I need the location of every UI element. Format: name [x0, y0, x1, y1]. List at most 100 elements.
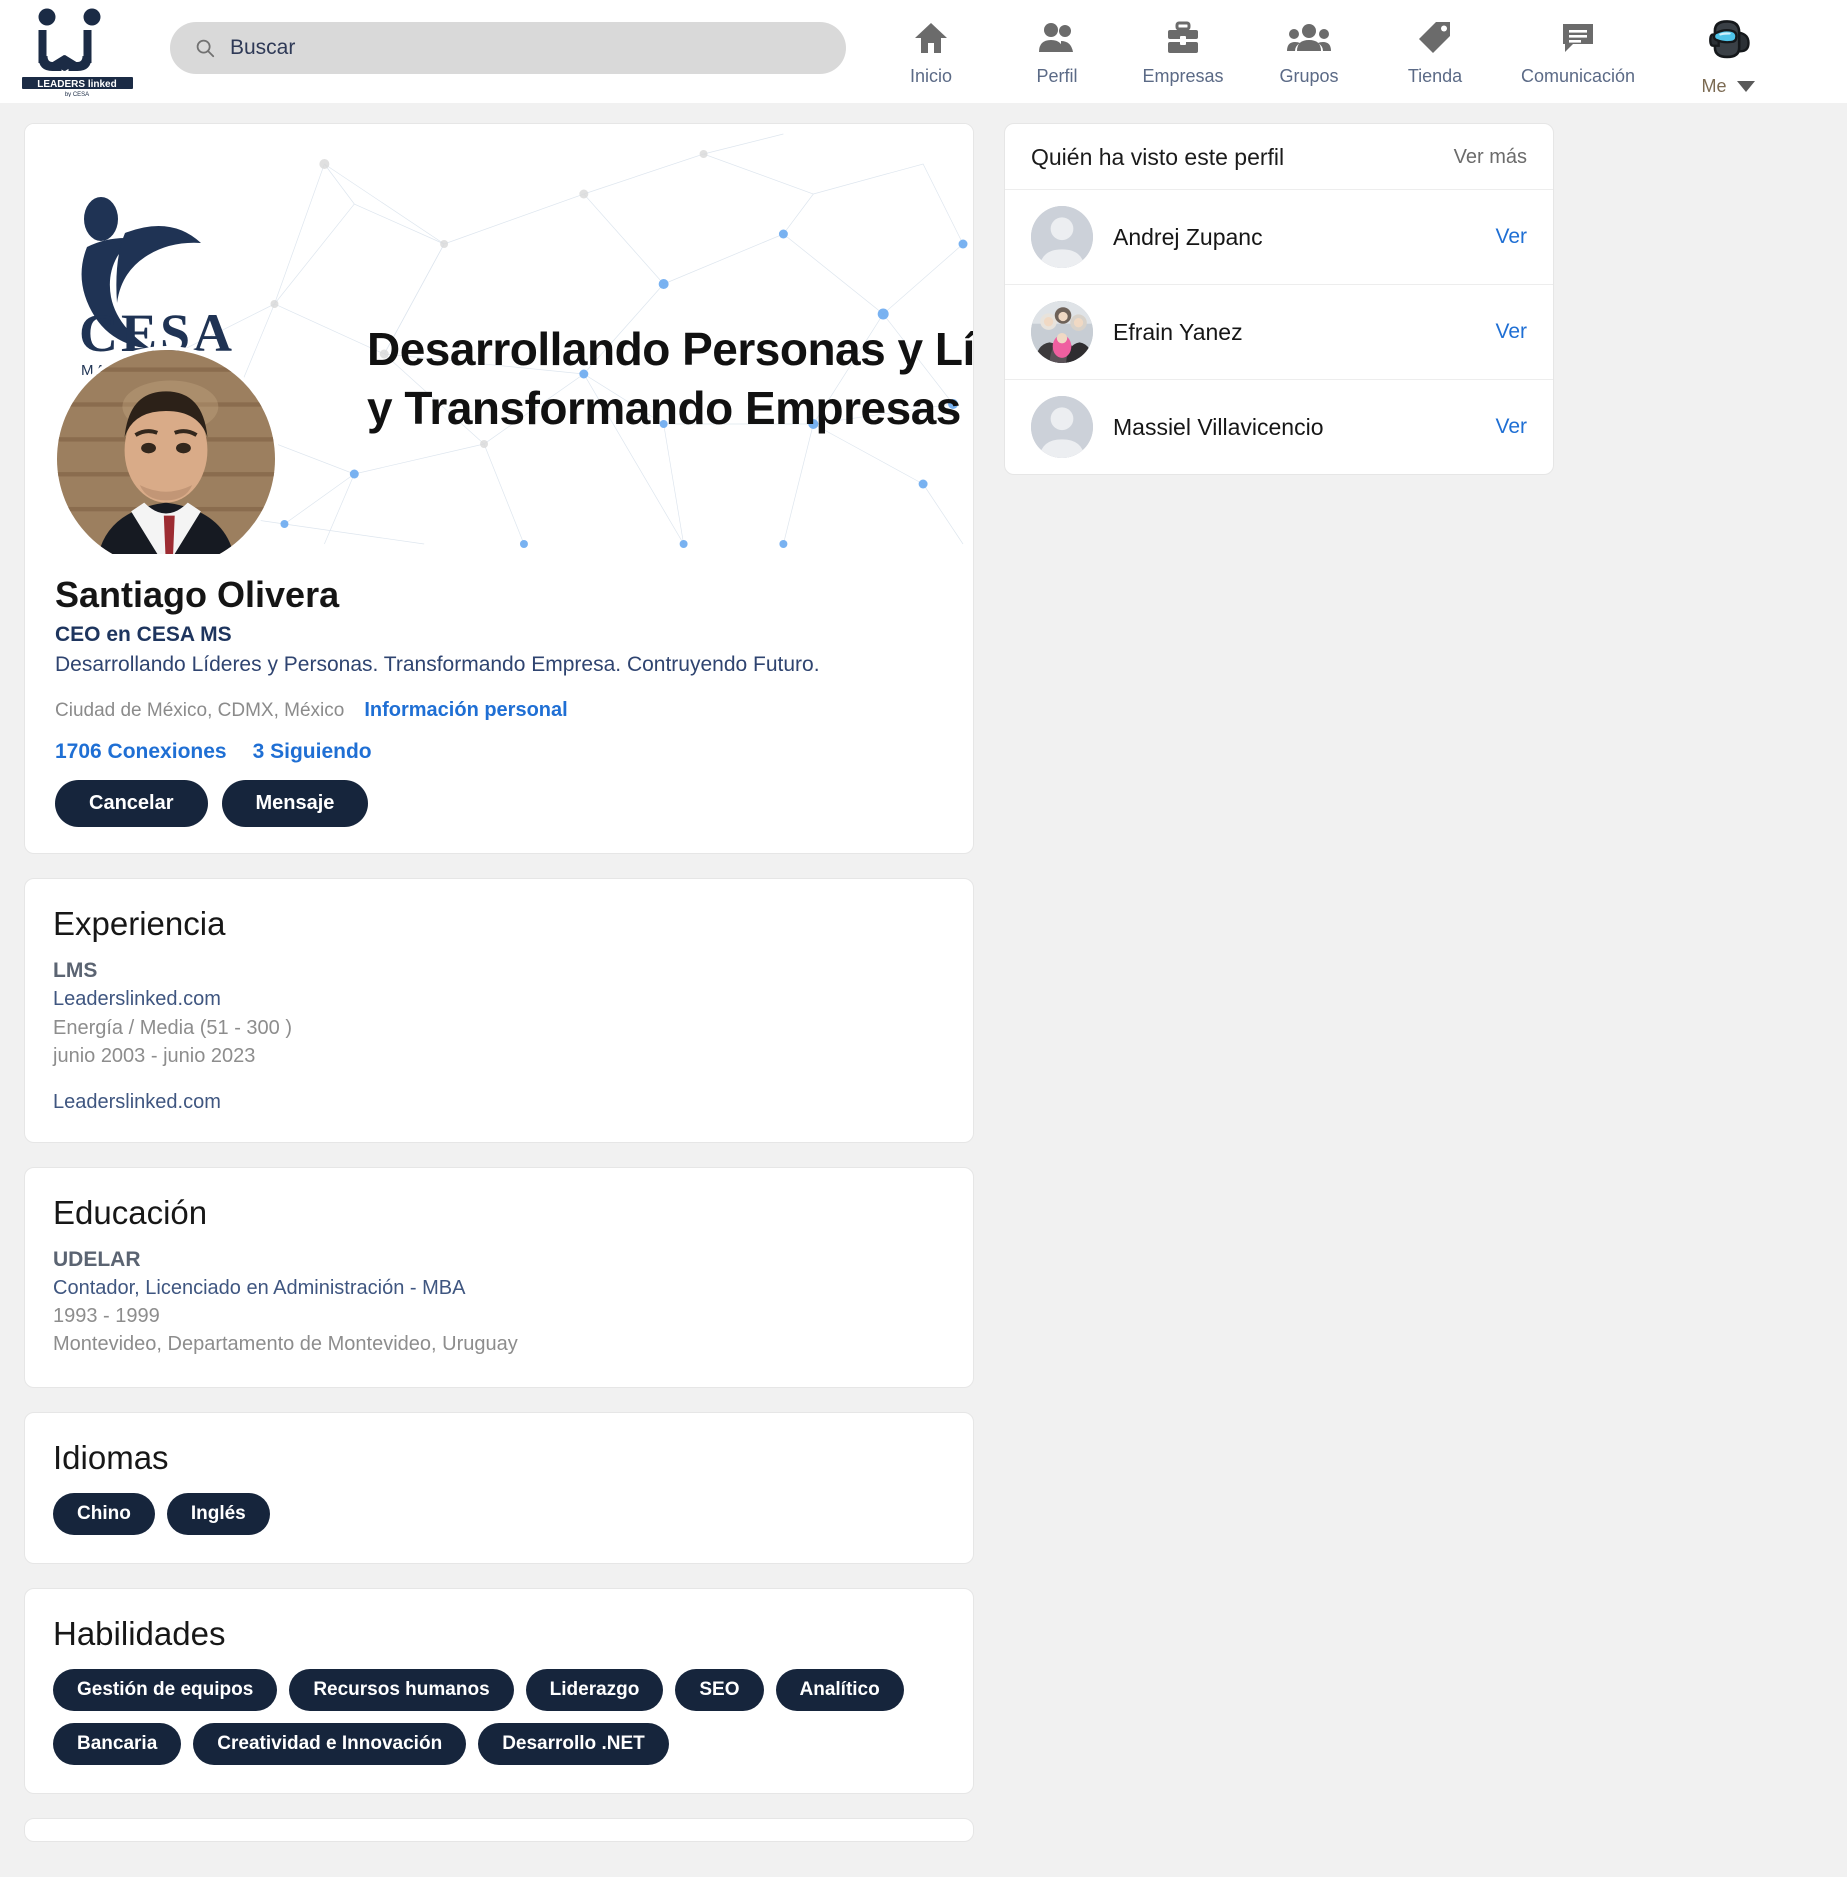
nav-label-empresas: Empresas [1142, 66, 1224, 86]
view-profile-link[interactable]: Ver [1495, 415, 1527, 439]
nav-item-inicio[interactable]: Inicio [868, 12, 994, 87]
education-section: Educación UDELAR Contador, Licenciado en… [25, 1168, 973, 1387]
nav-item-comunicacion[interactable]: Comunicación [1498, 12, 1658, 87]
nav-items: Inicio Perfil Empresas Grupos Tienda Com… [868, 12, 1847, 97]
search-placeholder: Buscar [230, 36, 296, 59]
svg-text:by CESA: by CESA [65, 92, 89, 97]
skill-tag[interactable]: SEO [675, 1668, 764, 1711]
experience-section: Experiencia LMS Leaderslinked.com Energí… [25, 879, 973, 1141]
cover-tagline-line2: y Transformando Empresas [367, 381, 961, 434]
chat-icon [1561, 18, 1595, 58]
profile-location: Ciudad de México, CDMX, México [55, 699, 345, 721]
following-count[interactable]: 3 Siguiendo [253, 740, 372, 764]
skill-tag[interactable]: Liderazgo [525, 1668, 664, 1711]
tag-icon [1418, 18, 1452, 58]
education-card: Educación UDELAR Contador, Licenciado en… [24, 1166, 974, 1388]
avatar [1709, 20, 1750, 59]
profile-location-row: Ciudad de México, CDMX, México Informaci… [55, 699, 943, 722]
experience-title: Experiencia [53, 905, 226, 943]
profile-details: Santiago Olivera CEO en CESA MS Desarrol… [25, 554, 973, 853]
skills-title: Habilidades [53, 1614, 226, 1652]
viewer-name: Massiel Villavicencio [1113, 413, 1324, 440]
nav-label-inicio: Inicio [909, 66, 953, 86]
languages-tag-row: Chino Inglés [53, 1492, 945, 1535]
nav-label-grupos: Grupos [1279, 66, 1339, 86]
skill-tag[interactable]: Desarrollo .NET [478, 1722, 669, 1765]
nav-label-tienda: Tienda [1407, 66, 1463, 86]
me-row: Me [1701, 76, 1755, 97]
experience-company: Leaderslinked.com [53, 988, 221, 1011]
personal-info-link[interactable]: Información personal [364, 699, 567, 722]
avatar [1031, 206, 1093, 268]
search-icon [196, 39, 215, 58]
skill-tag[interactable]: Recursos humanos [289, 1668, 514, 1711]
cover-tagline: Desarrollando Personas y Líderes y Trans… [367, 320, 973, 438]
skills-card: Habilidades Gestión de equipos Recursos … [24, 1587, 974, 1794]
svg-text:LEADERS linked: LEADERS linked [37, 79, 116, 90]
nav-item-empresas[interactable]: Empresas [1120, 12, 1246, 87]
see-more-link[interactable]: Ver más [1454, 146, 1527, 169]
avatar [1031, 301, 1093, 363]
education-entry: UDELAR Contador, Licenciado en Administr… [53, 1248, 945, 1359]
education-degree: Contador, Licenciado en Administración -… [53, 1276, 466, 1299]
me-menu[interactable]: Me [1668, 12, 1788, 97]
list-item[interactable]: Massiel Villavicencio Ver [1005, 380, 1553, 474]
experience-entry: LMS Leaderslinked.com Energía / Media (5… [53, 959, 945, 1113]
profile-actions: Cancelar Mensaje [55, 780, 943, 828]
page-title: Santiago Olivera [55, 574, 340, 615]
view-profile-link[interactable]: Ver [1495, 225, 1527, 249]
chevron-down-icon[interactable] [1736, 81, 1755, 92]
profile-cover[interactable]: CESA MA Desarrollando Personas y Líderes… [25, 124, 973, 554]
skill-tag[interactable]: Analítico [775, 1668, 904, 1711]
experience-card: Experiencia LMS Leaderslinked.com Energí… [24, 878, 974, 1143]
profile-photo [57, 350, 275, 554]
view-profile-link[interactable]: Ver [1495, 320, 1527, 344]
list-item[interactable]: Andrej Zupanc Ver [1005, 190, 1553, 285]
skill-tag[interactable]: Creatividad e Innovación [193, 1722, 467, 1765]
sidebar-column: Quién ha visto este perfil Ver más Andre… [1004, 123, 1554, 475]
profile-viewers-card: Quién ha visto este perfil Ver más Andre… [1004, 123, 1554, 475]
profile-stats: 1706 Conexiones 3 Siguiendo [55, 740, 943, 764]
page-content: CESA MA Desarrollando Personas y Líderes… [0, 103, 1847, 1866]
education-location: Montevideo, Departamento de Montevideo, … [53, 1333, 518, 1356]
nav-item-tienda[interactable]: Tienda [1372, 12, 1498, 87]
avatar-placeholder-icon [1031, 206, 1093, 268]
experience-dates: junio 2003 - junio 2023 [53, 1045, 256, 1068]
languages-card: Idiomas Chino Inglés [24, 1411, 974, 1564]
people-icon [1037, 18, 1077, 58]
profile-tagline: Desarrollando Líderes y Personas. Transf… [55, 653, 820, 676]
message-button[interactable]: Mensaje [221, 780, 369, 828]
nav-item-grupos[interactable]: Grupos [1246, 12, 1372, 87]
skills-section: Habilidades Gestión de equipos Recursos … [25, 1589, 973, 1793]
experience-link[interactable]: Leaderslinked.com [53, 1091, 945, 1114]
next-section-card [24, 1817, 974, 1842]
profile-card: CESA MA Desarrollando Personas y Líderes… [24, 123, 974, 855]
nav-label-perfil: Perfil [1036, 66, 1078, 86]
language-tag[interactable]: Chino [53, 1492, 155, 1535]
search-input[interactable]: Buscar [170, 22, 846, 74]
languages-section: Idiomas Chino Inglés [25, 1413, 973, 1563]
me-label: Me [1701, 76, 1727, 96]
top-navigation-bar: LEADERS linked by CESA Buscar Inicio Per… [0, 0, 1847, 103]
briefcase-icon [1165, 18, 1201, 58]
nav-item-perfil[interactable]: Perfil [994, 12, 1120, 87]
viewer-name: Andrej Zupanc [1113, 223, 1263, 250]
main-column: CESA MA Desarrollando Personas y Líderes… [24, 123, 974, 1866]
home-icon [913, 18, 949, 58]
group-icon [1287, 18, 1331, 58]
cancel-button[interactable]: Cancelar [55, 780, 208, 828]
list-item[interactable]: Efrain Yanez Ver [1005, 285, 1553, 380]
profile-viewers-title: Quién ha visto este perfil [1031, 144, 1285, 170]
language-tag[interactable]: Inglés [166, 1492, 270, 1535]
education-title: Educación [53, 1193, 208, 1231]
skill-tag[interactable]: Gestión de equipos [53, 1668, 278, 1711]
skill-tag[interactable]: Bancaria [53, 1722, 182, 1765]
avatar-placeholder-icon [1031, 396, 1093, 458]
education-school: UDELAR [53, 1247, 141, 1271]
nav-label-comunicacion: Comunicación [1520, 66, 1636, 86]
profile-headline: CEO en CESA MS [55, 623, 232, 646]
skills-tag-row: Gestión de equipos Recursos humanos Lide… [53, 1668, 945, 1765]
connections-count[interactable]: 1706 Conexiones [55, 740, 227, 764]
cover-tagline-line1: Desarrollando Personas y Líderes [367, 323, 973, 375]
app-logo[interactable]: LEADERS linked by CESA [0, 0, 155, 103]
